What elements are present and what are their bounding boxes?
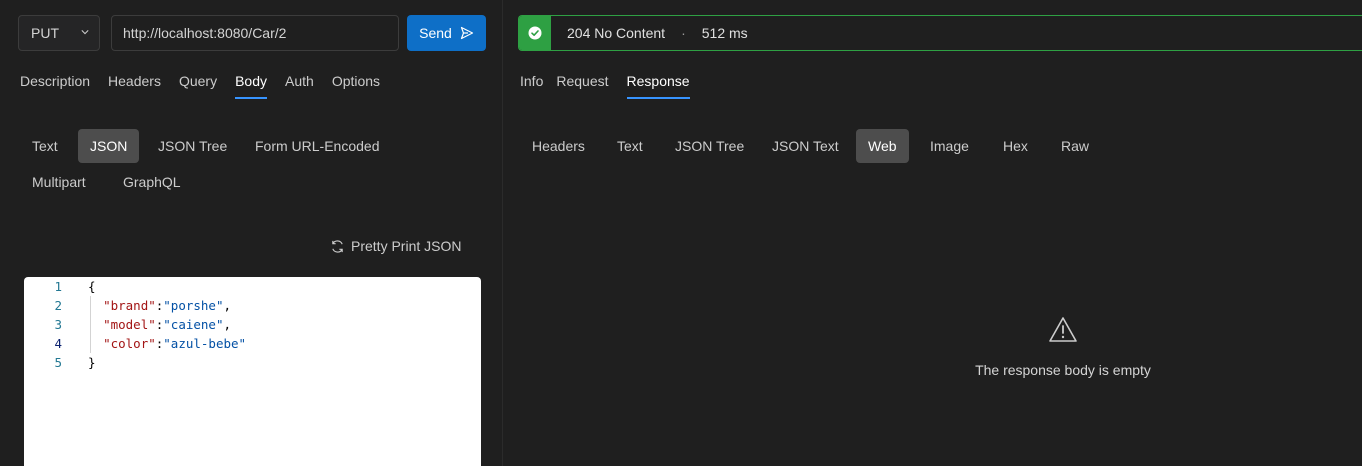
refresh-icon xyxy=(332,239,343,253)
body-type-json[interactable]: JSON xyxy=(78,129,140,163)
check-circle-icon xyxy=(528,26,542,40)
line-number: 2 xyxy=(54,298,62,313)
code-text: "model":"caiene", xyxy=(103,317,232,332)
tab-description[interactable]: Description xyxy=(20,70,90,92)
pretty-print-label: Pretty Print JSON xyxy=(351,238,462,254)
body-type-multipart[interactable]: Multipart xyxy=(20,165,98,199)
send-label: Send xyxy=(419,25,452,41)
view-type-headers[interactable]: Headers xyxy=(520,129,597,163)
line-number: 5 xyxy=(54,355,62,370)
code-line: 3 "model":"caiene", xyxy=(24,315,481,334)
view-type-text[interactable]: Text xyxy=(605,129,655,163)
url-input[interactable] xyxy=(111,15,399,51)
tab-info[interactable]: Info xyxy=(520,70,543,92)
body-type-form-url-encoded[interactable]: Form URL-Encoded xyxy=(243,129,392,163)
response-pane: 204 No Content · 512 ms Info Request Res… xyxy=(503,0,1362,466)
line-number: 4 xyxy=(54,336,62,351)
code-text: "brand":"porshe", xyxy=(103,298,232,313)
method-value: PUT xyxy=(31,25,59,41)
send-icon xyxy=(460,26,473,40)
view-type-json-text[interactable]: JSON Text xyxy=(760,129,851,163)
line-number: 3 xyxy=(54,317,62,332)
chevron-down-icon xyxy=(81,30,89,35)
view-type-json-tree[interactable]: JSON Tree xyxy=(663,129,756,163)
tab-auth[interactable]: Auth xyxy=(285,70,314,92)
request-tabs: Description Headers Query Body Auth Opti… xyxy=(20,70,398,99)
warning-icon xyxy=(1049,317,1077,342)
status-indicator xyxy=(519,16,551,50)
empty-response-message: The response body is empty xyxy=(975,362,1151,378)
response-tabs: Info Request Response xyxy=(520,70,708,99)
json-editor[interactable]: 1 { 2 "brand":"porshe", 3 "model":"caien… xyxy=(24,277,481,466)
tab-headers[interactable]: Headers xyxy=(108,70,161,92)
pretty-print-button[interactable]: Pretty Print JSON xyxy=(330,236,461,256)
view-type-image[interactable]: Image xyxy=(918,129,981,163)
code-line: 5 } xyxy=(24,353,481,372)
status-code: 204 No Content xyxy=(567,25,666,41)
code-line: 2 "brand":"porshe", xyxy=(24,296,481,315)
view-type-web[interactable]: Web xyxy=(856,129,909,163)
response-status-bar: 204 No Content · 512 ms xyxy=(518,15,1362,51)
send-button[interactable]: Send xyxy=(407,15,486,51)
empty-response-state: The response body is empty xyxy=(973,316,1153,378)
code-text: { xyxy=(88,279,96,294)
method-select[interactable]: PUT xyxy=(18,15,100,51)
tab-body[interactable]: Body xyxy=(235,70,267,99)
code-text: "color":"azul-bebe" xyxy=(103,336,247,351)
request-pane: PUT Send Description Headers Query Body … xyxy=(0,0,502,466)
body-type-graphql[interactable]: GraphQL xyxy=(111,165,193,199)
code-line: 1 { xyxy=(24,277,481,296)
view-type-hex[interactable]: Hex xyxy=(991,129,1040,163)
tab-response[interactable]: Response xyxy=(626,70,690,99)
response-time: 512 ms xyxy=(701,25,748,41)
line-number: 1 xyxy=(54,279,62,294)
code-text: } xyxy=(88,355,96,370)
status-separator: · xyxy=(681,25,686,41)
code-line: 4 "color":"azul-bebe" xyxy=(24,334,481,353)
body-type-text[interactable]: Text xyxy=(20,129,70,163)
tab-request[interactable]: Request xyxy=(556,70,608,92)
view-type-raw[interactable]: Raw xyxy=(1049,129,1101,163)
tab-query[interactable]: Query xyxy=(179,70,217,92)
tab-options[interactable]: Options xyxy=(332,70,380,92)
body-type-json-tree[interactable]: JSON Tree xyxy=(146,129,239,163)
